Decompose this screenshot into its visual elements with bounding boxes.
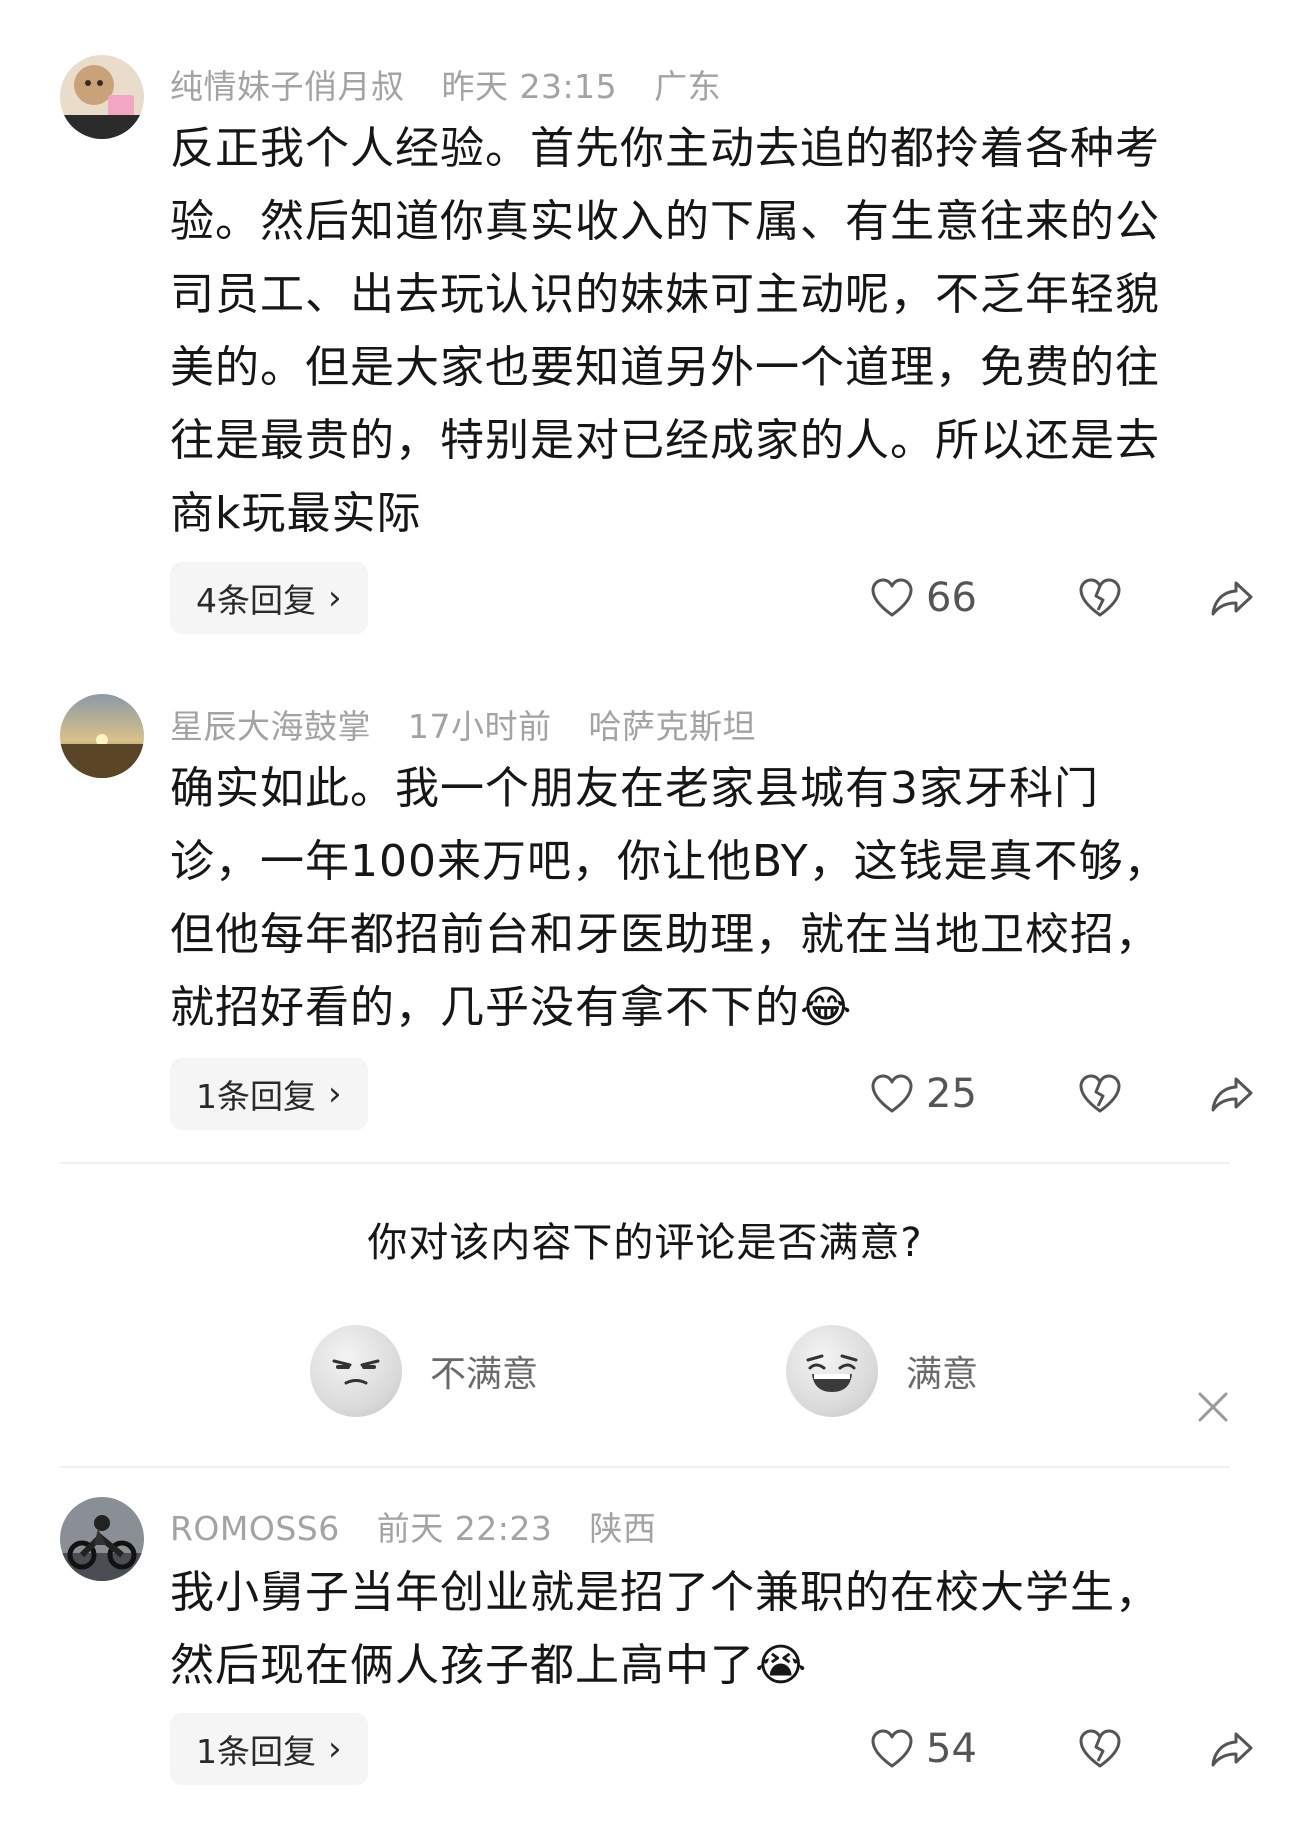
comment-meta: 星辰大海鼓掌 17小时前 哈萨克斯坦	[170, 700, 782, 748]
survey-question: 你对该内容下的评论是否满意?	[367, 1220, 923, 1266]
like-button[interactable]: 54	[870, 1726, 1060, 1772]
comment-time: 前天 22:23	[376, 1509, 553, 1548]
username[interactable]: 纯情妹子俏月叔	[170, 67, 405, 106]
like-count: 25	[926, 1071, 977, 1117]
chevron-right-icon: ›	[328, 1729, 342, 1769]
share-button[interactable]	[1192, 579, 1272, 617]
dislike-button[interactable]	[1060, 1729, 1140, 1769]
username[interactable]: 星辰大海鼓掌	[170, 707, 371, 746]
comment-meta: 纯情妹子俏月叔 昨天 23:15 广东	[170, 60, 747, 108]
satisfied-label: 满意	[906, 1354, 979, 1395]
chevron-right-icon: ›	[328, 1074, 342, 1114]
comment-line: 诊，一年100来万吧，你让他BY，这钱是真不够，	[170, 836, 1169, 887]
comment-text: 我小舅子当年创业就是招了个兼职的在校大学生， 然后现在俩人孩子都上高中了😭	[170, 1556, 1240, 1702]
view-replies-button[interactable]: 1条回复 ›	[170, 1713, 368, 1785]
divider	[60, 1162, 1230, 1164]
replies-label: 1条回复	[196, 1077, 316, 1116]
broken-heart-icon	[1079, 1729, 1121, 1768]
survey-satisfied-button[interactable]: 满意	[786, 1325, 978, 1417]
replies-label: 4条回复	[196, 581, 316, 620]
comment-text: 确实如此。我一个朋友在老家县城有3家牙科门 诊，一年100来万吧，你让他BY，这…	[170, 752, 1240, 1044]
chevron-right-icon: ›	[328, 578, 342, 618]
unsatisfied-face-icon	[310, 1325, 402, 1417]
comment-meta: ROMOSS6 前天 22:23 陕西	[170, 1502, 682, 1550]
avatar[interactable]	[60, 55, 144, 139]
comment-actions: 54	[870, 1713, 1272, 1785]
share-button[interactable]	[1192, 1730, 1272, 1768]
comment-time: 17小时前	[408, 707, 552, 746]
survey-unsatisfied-button[interactable]: 不满意	[310, 1325, 538, 1417]
share-icon	[1211, 1732, 1253, 1767]
avatar[interactable]	[60, 694, 144, 778]
view-replies-button[interactable]: 4条回复 ›	[170, 562, 368, 634]
share-icon	[1211, 581, 1253, 616]
comment-line: 就招好看的，几乎没有拿不下的😂	[170, 982, 853, 1033]
comment-line: 然后现在俩人孩子都上高中了😭	[170, 1640, 808, 1691]
laughing-face-icon	[786, 1325, 878, 1417]
like-button[interactable]: 25	[870, 1071, 1060, 1117]
comment-location: 哈萨克斯坦	[588, 707, 756, 746]
heart-icon	[871, 1074, 913, 1113]
avatar[interactable]	[60, 1497, 144, 1581]
broken-heart-icon	[1079, 1074, 1121, 1113]
unsatisfied-label: 不满意	[430, 1354, 539, 1395]
comment-line: 确实如此。我一个朋友在老家县城有3家牙科门	[170, 763, 1099, 814]
view-replies-button[interactable]: 1条回复 ›	[170, 1058, 368, 1130]
comment-line: 美的。但是大家也要知道另外一个道理，免费的往	[170, 342, 1160, 393]
dislike-button[interactable]	[1060, 578, 1140, 618]
comment-line: 反正我个人经验。首先你主动去追的都拎着各种考	[170, 123, 1160, 174]
close-survey-button[interactable]	[1196, 1390, 1230, 1424]
heart-icon	[871, 578, 913, 617]
username[interactable]: ROMOSS6	[170, 1509, 340, 1548]
comment-line: 往是最贵的，特别是对已经成家的人。所以还是去	[170, 415, 1160, 466]
comment-actions: 66	[870, 562, 1272, 634]
like-count: 66	[926, 575, 977, 621]
share-button[interactable]	[1192, 1075, 1272, 1113]
share-icon	[1211, 1077, 1253, 1112]
comment-location: 广东	[654, 67, 722, 106]
like-button[interactable]: 66	[870, 575, 1060, 621]
comment-actions: 25	[870, 1058, 1272, 1130]
comment-location: 陕西	[589, 1509, 657, 1548]
comment-line: 商k玩最实际	[170, 488, 422, 539]
like-count: 54	[926, 1726, 977, 1772]
replies-label: 1条回复	[196, 1732, 316, 1771]
comment-time: 昨天 23:15	[441, 67, 618, 106]
comment-text: 反正我个人经验。首先你主动去追的都拎着各种考 验。然后知道你真实收入的下属、有生…	[170, 112, 1240, 550]
dislike-button[interactable]	[1060, 1074, 1140, 1114]
broken-heart-icon	[1079, 578, 1121, 617]
close-icon	[1198, 1392, 1228, 1422]
comment-line: 验。然后知道你真实收入的下属、有生意往来的公	[170, 196, 1160, 247]
comment-line: 但他每年都招前台和牙医助理，就在当地卫校招，	[170, 909, 1160, 960]
heart-icon	[871, 1729, 913, 1768]
comment-line: 司员工、出去玩认识的妹妹可主动呢，不乏年轻貌	[170, 269, 1160, 320]
comment-line: 我小舅子当年创业就是招了个兼职的在校大学生，	[170, 1567, 1160, 1618]
divider	[60, 1466, 1230, 1468]
